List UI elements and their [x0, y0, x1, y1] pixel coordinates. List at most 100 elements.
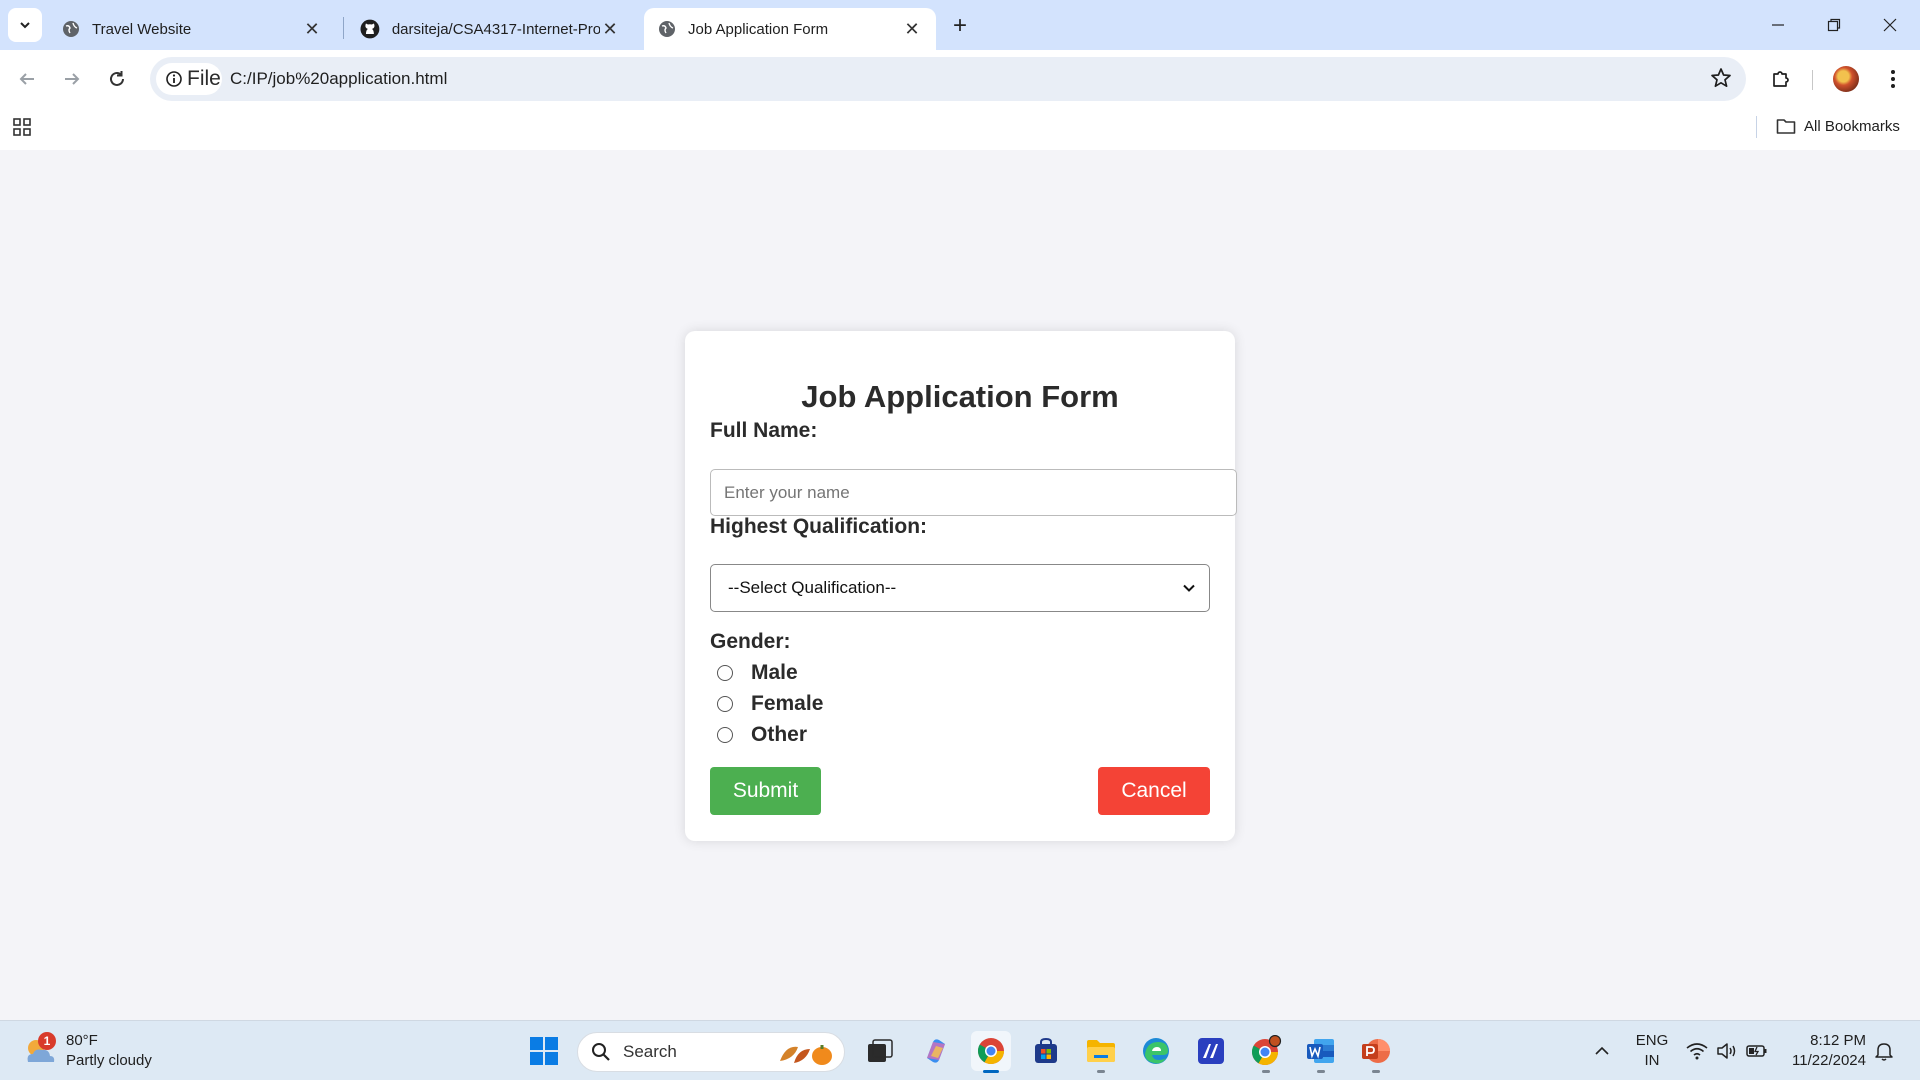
- task-view-icon: [868, 1039, 893, 1062]
- weather-temperature: 80°F: [66, 1032, 98, 1049]
- restore-button[interactable]: [1806, 0, 1862, 50]
- language-indicator[interactable]: ENG IN: [1632, 1031, 1672, 1071]
- word-icon: [1307, 1039, 1334, 1063]
- bookmark-star-button[interactable]: [1710, 67, 1732, 94]
- qualification-selected-value: --Select Qualification--: [728, 578, 897, 597]
- minimize-button[interactable]: [1750, 0, 1806, 50]
- folder-icon: [1776, 119, 1796, 134]
- close-icon[interactable]: ✕: [600, 19, 620, 39]
- notifications-button[interactable]: [1864, 1031, 1904, 1071]
- weather-condition: Partly cloudy: [66, 1052, 152, 1069]
- full-name-label: Full Name:: [710, 419, 818, 442]
- address-bar[interactable]: File C:/IP/job%20application.html: [150, 57, 1746, 101]
- chevron-down-icon: [1183, 584, 1195, 592]
- tab-github[interactable]: darsiteja/CSA4317-Internet-Pro ✕: [346, 8, 634, 50]
- site-info-chip[interactable]: File: [156, 63, 222, 95]
- tab-title: Travel Website: [92, 20, 192, 38]
- application-form-card: Job Application Form Full Name: Highest …: [685, 331, 1237, 841]
- tab-title: darsiteja/CSA4317-Internet-Pro: [391, 20, 601, 38]
- running-indicator: [1262, 1070, 1270, 1073]
- extensions-button[interactable]: [1764, 62, 1798, 96]
- globe-icon: [659, 21, 675, 37]
- copilot-app[interactable]: [916, 1031, 956, 1071]
- page-title: Job Application Form: [801, 379, 1119, 414]
- avatar: [1833, 66, 1859, 92]
- radio-button[interactable]: [717, 665, 733, 681]
- start-button[interactable]: [524, 1031, 564, 1071]
- pen-app[interactable]: [1191, 1031, 1231, 1071]
- cancel-button[interactable]: Cancel: [1098, 767, 1210, 815]
- qualification-select[interactable]: --Select Qualification--: [710, 564, 1210, 612]
- url-text[interactable]: C:/IP/job%20application.html: [230, 69, 447, 89]
- microsoft-store-app[interactable]: [1026, 1031, 1066, 1071]
- word-app[interactable]: [1301, 1031, 1341, 1073]
- taskbar-search[interactable]: Search: [577, 1032, 845, 1072]
- running-indicator: [1372, 1070, 1380, 1073]
- back-button[interactable]: [10, 62, 44, 96]
- active-indicator: [983, 1070, 999, 1073]
- new-tab-button[interactable]: +: [946, 12, 974, 40]
- clock[interactable]: 8:12 PM 11/22/2024: [1784, 1031, 1866, 1071]
- tab-separator: [343, 17, 344, 39]
- gender-option-female[interactable]: Female: [717, 692, 823, 716]
- gender-label: Gender:: [710, 630, 791, 653]
- tab-job-application-form[interactable]: Job Application Form ✕: [644, 8, 936, 50]
- close-window-button[interactable]: [1862, 0, 1918, 50]
- info-icon: [166, 71, 182, 87]
- gender-option-male[interactable]: Male: [717, 661, 798, 685]
- tab-search-button[interactable]: [8, 8, 42, 42]
- chrome-app[interactable]: [971, 1031, 1011, 1073]
- minimize-icon: [1772, 24, 1784, 26]
- file-explorer-app[interactable]: [1081, 1031, 1121, 1073]
- toolbar-divider: [1812, 70, 1813, 90]
- github-icon: [360, 19, 380, 39]
- weather-widget[interactable]: 1 80°F Partly cloudy: [22, 1031, 152, 1071]
- taskbar-search-label: Search: [623, 1042, 677, 1061]
- radio-button[interactable]: [717, 696, 733, 712]
- close-icon[interactable]: ✕: [302, 19, 322, 39]
- profile-button[interactable]: [1829, 62, 1863, 96]
- gender-option-other[interactable]: Other: [717, 723, 807, 747]
- full-name-input[interactable]: [710, 469, 1237, 516]
- arrow-left-icon: [19, 73, 34, 85]
- apps-button[interactable]: [12, 117, 36, 141]
- radio-button[interactable]: [717, 727, 733, 743]
- powerpoint-icon: [1362, 1039, 1390, 1063]
- kebab-menu-icon: [1891, 70, 1895, 88]
- reload-button[interactable]: [100, 62, 134, 96]
- network-volume-battery[interactable]: [1686, 1021, 1768, 1080]
- edge-app[interactable]: [1136, 1031, 1176, 1071]
- battery-icon: [1746, 1045, 1767, 1057]
- bookmarks-bar: All Bookmarks: [0, 108, 1920, 150]
- running-indicator: [1317, 1070, 1325, 1073]
- submit-button[interactable]: Submit: [710, 767, 821, 815]
- close-icon: [1883, 18, 1897, 32]
- star-icon: [1711, 68, 1731, 88]
- show-hidden-icons-button[interactable]: [1582, 1031, 1622, 1071]
- tab-strip: Travel Website ✕ darsiteja/CSA4317-Inter…: [0, 0, 1920, 50]
- tab-travel-website[interactable]: Travel Website ✕: [48, 8, 336, 50]
- browser-toolbar: File C:/IP/job%20application.html: [0, 50, 1920, 108]
- puzzle-icon: [1773, 71, 1789, 87]
- chevron-up-icon: [1595, 1046, 1609, 1055]
- chrome-profile-app[interactable]: [1246, 1031, 1286, 1073]
- clock-date: 11/22/2024: [1792, 1052, 1866, 1069]
- region-code: IN: [1644, 1052, 1660, 1069]
- restore-icon: [1827, 18, 1841, 32]
- volume-icon: [1717, 1043, 1736, 1059]
- search-icon: [592, 1043, 610, 1061]
- edge-icon: [1143, 1038, 1169, 1064]
- forward-button[interactable]: [55, 62, 89, 96]
- taskbar: 1 80°F Partly cloudy Search ENG IN 8:12 …: [0, 1020, 1920, 1080]
- close-icon[interactable]: ✕: [902, 19, 922, 39]
- reload-icon: [110, 71, 124, 86]
- chrome-icon: [977, 1038, 1004, 1064]
- all-bookmarks-button[interactable]: All Bookmarks: [1776, 117, 1900, 135]
- globe-icon: [63, 21, 79, 37]
- arrow-right-icon: [65, 73, 80, 85]
- autumn-leaves-icon: [780, 1045, 832, 1065]
- task-view-button[interactable]: [860, 1031, 900, 1071]
- menu-button[interactable]: [1876, 62, 1910, 96]
- running-indicator: [1097, 1070, 1105, 1073]
- powerpoint-app[interactable]: [1356, 1031, 1396, 1073]
